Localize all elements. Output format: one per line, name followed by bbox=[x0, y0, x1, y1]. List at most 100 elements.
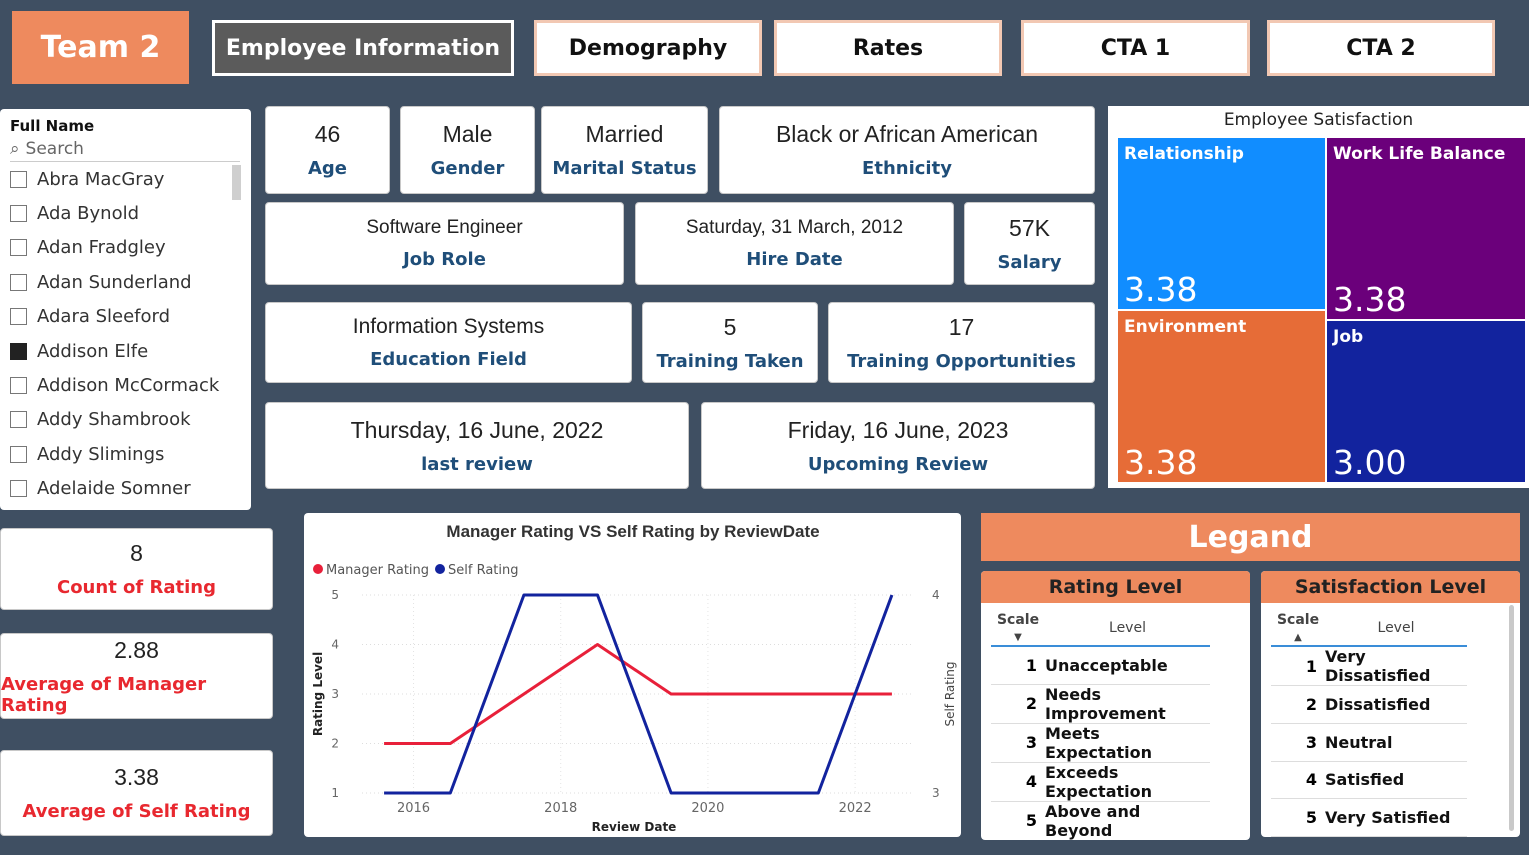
card-label: Upcoming Review bbox=[807, 453, 989, 475]
slicer-scrollbar[interactable] bbox=[232, 165, 241, 200]
col-scale[interactable]: Scale ▲ bbox=[1271, 611, 1325, 647]
table-scrollbar[interactable] bbox=[1509, 605, 1514, 831]
y2-tick-label: 4 bbox=[932, 588, 940, 602]
tile-label: Relationship bbox=[1124, 144, 1244, 164]
slicer-item-label: Addy Slimings bbox=[37, 443, 165, 465]
slicer-item[interactable]: Ada Bynold bbox=[10, 196, 251, 230]
slicer-item[interactable]: Addison McCormack bbox=[10, 368, 251, 402]
tile-environment[interactable]: Environment 3.38 bbox=[1118, 311, 1325, 482]
card-label: Count of Rating bbox=[56, 577, 217, 598]
level-cell: Very Dissatisfied bbox=[1325, 646, 1467, 686]
slicer-item[interactable]: Adara Sleeford bbox=[10, 300, 251, 334]
card-value: Saturday, 31 March, 2012 bbox=[685, 217, 904, 238]
scale-cell: 5 bbox=[991, 801, 1045, 840]
tab-cta-1[interactable]: CTA 1 bbox=[1021, 20, 1250, 76]
marital-status-card: Married Marital Status bbox=[541, 106, 708, 194]
tile-job[interactable]: Job 3.00 bbox=[1327, 321, 1525, 482]
tab-demography[interactable]: Demography bbox=[534, 20, 762, 76]
rating-line-chart: Manager Rating VS Self Rating by ReviewD… bbox=[304, 513, 961, 837]
checkbox[interactable] bbox=[10, 480, 27, 498]
col-level[interactable]: Level bbox=[1325, 611, 1467, 647]
tile-relationship[interactable]: Relationship 3.38 bbox=[1118, 138, 1325, 309]
legend-label: Manager Rating bbox=[326, 563, 429, 578]
card-value: Black or African American bbox=[775, 121, 1039, 147]
level-cell: Unacceptable bbox=[1045, 646, 1210, 685]
slicer-item[interactable]: Addy Slimings bbox=[10, 437, 251, 471]
slicer-item[interactable]: Addison Elfe bbox=[10, 334, 251, 368]
checkbox[interactable] bbox=[10, 445, 27, 463]
tab-cta-2[interactable]: CTA 2 bbox=[1267, 20, 1495, 76]
y-tick-label: 1 bbox=[331, 786, 339, 800]
table-row: 5 Above and Beyond bbox=[991, 801, 1210, 840]
training-taken-card: 5 Training Taken bbox=[642, 302, 818, 383]
checkbox[interactable] bbox=[10, 308, 27, 326]
x-tick-label: 2018 bbox=[544, 801, 577, 816]
y-axis-label: Rating Level bbox=[311, 652, 325, 736]
card-value: 8 bbox=[130, 540, 143, 566]
y2-axis-label: Self Rating bbox=[943, 661, 957, 726]
ethnicity-card: Black or African American Ethnicity bbox=[719, 106, 1095, 194]
col-scale[interactable]: Scale ▼ bbox=[991, 611, 1045, 647]
chart-title: Manager Rating VS Self Rating by ReviewD… bbox=[446, 522, 819, 541]
checkbox[interactable] bbox=[10, 205, 27, 223]
y2-tick-label: 3 bbox=[932, 786, 940, 800]
slicer-item[interactable]: Adan Fradgley bbox=[10, 231, 251, 265]
avg-self-rating-card: 3.38 Average of Self Rating bbox=[0, 750, 273, 836]
slicer-item[interactable]: Abra MacGray bbox=[10, 162, 251, 196]
col-level[interactable]: Level bbox=[1045, 611, 1210, 647]
checkbox[interactable] bbox=[10, 377, 27, 395]
card-value: 57K bbox=[1009, 214, 1050, 241]
checkbox[interactable] bbox=[10, 342, 27, 360]
salary-card: 57K Salary bbox=[964, 202, 1095, 285]
card-value: Friday, 16 June, 2023 bbox=[787, 416, 1009, 443]
slicer-search[interactable]: ⌕ Search bbox=[10, 139, 240, 162]
tile-value: 3.38 bbox=[1124, 443, 1198, 482]
tab-employee-information[interactable]: Employee Information bbox=[212, 20, 514, 76]
x-tick-label: 2022 bbox=[839, 801, 872, 816]
slicer-item-label: Abra MacGray bbox=[37, 168, 165, 190]
table-row: 4 Exceeds Expectation bbox=[991, 762, 1210, 802]
card-value: 5 bbox=[723, 313, 737, 340]
card-label: Education Field bbox=[370, 349, 527, 370]
card-value: Thursday, 16 June, 2022 bbox=[350, 416, 604, 443]
gender-card: Male Gender bbox=[400, 106, 535, 194]
search-placeholder: Search bbox=[25, 139, 84, 159]
checkbox[interactable] bbox=[10, 239, 27, 257]
slicer-item-label: Adara Sleeford bbox=[37, 306, 171, 328]
checkbox[interactable] bbox=[10, 170, 27, 188]
slicer-item[interactable]: Adan Sunderland bbox=[10, 265, 251, 299]
tile-work-life-balance[interactable]: Work Life Balance 3.38 bbox=[1327, 138, 1525, 319]
slicer-item-label: Adan Fradgley bbox=[37, 237, 166, 259]
avg-manager-rating-card: 2.88 Average of Manager Rating bbox=[0, 633, 273, 719]
level-cell: Dissatisfied bbox=[1325, 685, 1467, 724]
satisfaction-level-table: Satisfaction Level Scale ▲ Level 1 Very Di… bbox=[1261, 571, 1520, 837]
card-label: Gender bbox=[430, 158, 505, 179]
slicer-item[interactable]: Addy Shambrook bbox=[10, 403, 251, 437]
slicer-item[interactable]: Adelaide Somner bbox=[10, 472, 251, 506]
table-row: 4 Satisfied bbox=[1271, 761, 1467, 800]
tile-value: 3.38 bbox=[1124, 270, 1198, 309]
satisfaction-table: Scale ▲ Level 1 Very Dissatisfied 2 Dissatis… bbox=[1271, 611, 1467, 837]
treemap-title: Employee Satisfaction bbox=[1223, 110, 1414, 130]
level-cell: Satisfied bbox=[1325, 761, 1467, 800]
tab-rates[interactable]: Rates bbox=[774, 20, 1002, 76]
card-value: Information Systems bbox=[352, 315, 545, 338]
tile-value: 3.38 bbox=[1333, 280, 1407, 319]
y-tick-label: 4 bbox=[331, 638, 339, 652]
full-name-slicer: Full Name ⌕ Search Abra MacGray Ada Bynol… bbox=[0, 109, 251, 510]
employee-satisfaction-treemap: Employee Satisfaction Relationship 3.38 … bbox=[1108, 106, 1529, 488]
level-cell: Very Satisfied bbox=[1325, 798, 1467, 837]
table-title: Satisfaction Level bbox=[1261, 571, 1520, 603]
card-label: Hire Date bbox=[746, 249, 843, 270]
count-of-rating-card: 8 Count of Rating bbox=[0, 528, 273, 610]
checkbox[interactable] bbox=[10, 273, 27, 291]
level-cell: Needs Improvement bbox=[1045, 684, 1210, 724]
card-label: Age bbox=[307, 158, 348, 179]
scale-cell: 3 bbox=[1271, 723, 1325, 762]
y-tick-label: 5 bbox=[331, 588, 339, 602]
card-value: 17 bbox=[948, 313, 975, 340]
scale-cell: 2 bbox=[991, 684, 1045, 724]
table-row: 1 Very Dissatisfied bbox=[1271, 646, 1467, 686]
checkbox[interactable] bbox=[10, 411, 27, 429]
slicer-item-label: Addison Elfe bbox=[37, 340, 149, 362]
